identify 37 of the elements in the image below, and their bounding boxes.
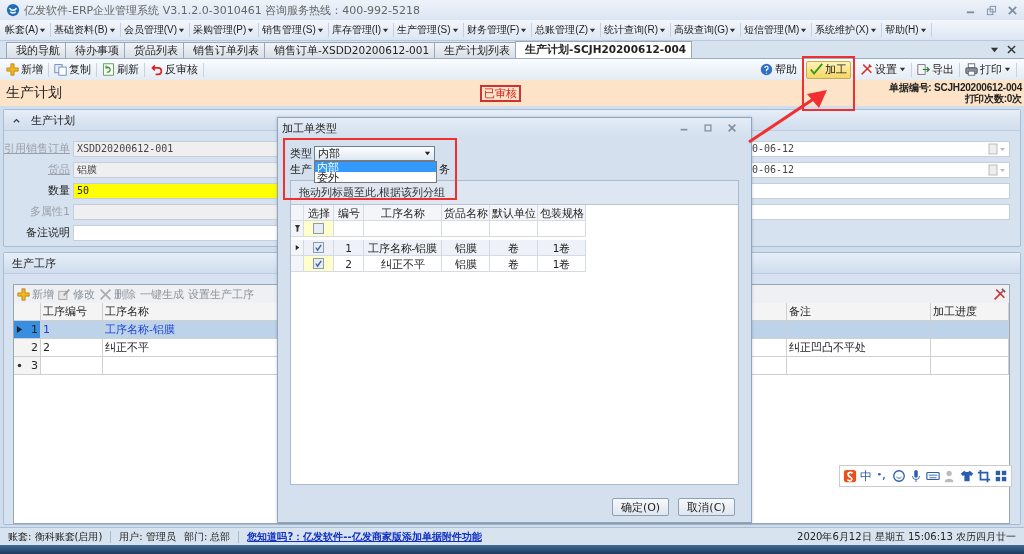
field-label: 生产 bbox=[290, 162, 312, 177]
field-label: 引用销售订单 bbox=[4, 141, 71, 157]
table-cell: 纠正不平 bbox=[364, 256, 442, 272]
field-label: 多属性1 bbox=[29, 204, 71, 220]
table-cell: 铝膜 bbox=[442, 240, 490, 256]
dialog-title: 加工单类型 bbox=[282, 120, 337, 136]
group-by-hint: 拖动列标题至此,根据该列分组 bbox=[298, 185, 447, 201]
table-cell: 卷 bbox=[490, 256, 538, 272]
date-time: 2020年6月12日 星期五 15:06:13 农历四月廿一 bbox=[797, 529, 1016, 544]
field-label: 数量 bbox=[47, 183, 71, 199]
table-cell: 1卷 bbox=[538, 256, 586, 272]
panel-title: 生产工序 bbox=[12, 255, 56, 271]
panel-title: 生产计划 bbox=[31, 112, 75, 128]
print-count: 打印次数:0次 bbox=[964, 93, 1022, 104]
row-number: 2 bbox=[31, 340, 38, 356]
table-cell: 1卷 bbox=[538, 240, 586, 256]
window-title: 亿发软件-ERP企业管理系统 V3.1.2.0-3010461 咨询服务热线：400-992-5218 bbox=[24, 2, 421, 18]
document-number: 单据编号: SCJH20200612-004 bbox=[889, 82, 1022, 93]
field-label: 类型 bbox=[290, 146, 312, 161]
department-status: 部门: 总部 bbox=[183, 529, 231, 544]
field-label: 务 bbox=[439, 162, 450, 177]
row-number: 3 bbox=[31, 358, 38, 374]
user-status: 用户: 管理员 bbox=[119, 529, 176, 544]
table-cell: 铝膜 bbox=[442, 256, 490, 272]
table-cell: 1 bbox=[334, 240, 364, 256]
row-number: 1 bbox=[31, 322, 38, 338]
table-cell: 2 bbox=[334, 256, 364, 272]
table-cell: 卷 bbox=[490, 240, 538, 256]
account-status: 账套: 衡科账套(启用) bbox=[8, 529, 103, 544]
field-label: 备注说明 bbox=[25, 225, 71, 241]
table-cell: 工序名称-铝膜 bbox=[364, 240, 442, 256]
table-cell: 2 bbox=[41, 339, 103, 356]
table-cell: 1 bbox=[41, 321, 103, 338]
page-title: 生产计划 bbox=[6, 84, 62, 102]
field-label: 货品 bbox=[47, 162, 71, 178]
table-cell: 纠正凹凸不平处 bbox=[787, 339, 931, 356]
status-stamp: 已审核 bbox=[480, 85, 521, 102]
